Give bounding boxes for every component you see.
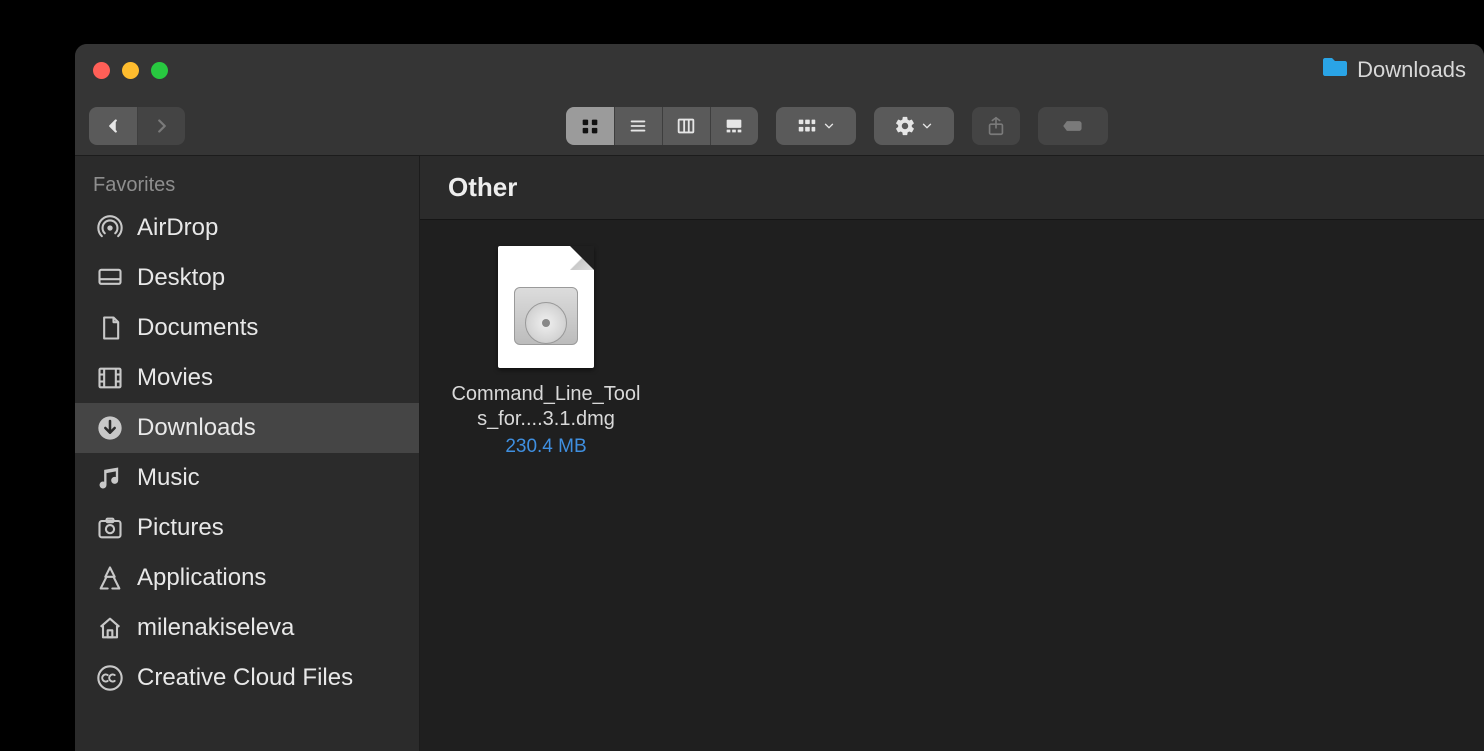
share-button[interactable] [972, 107, 1020, 145]
close-button[interactable] [93, 62, 110, 79]
action-menu-group [874, 107, 954, 145]
window-body: Favorites AirDrop Desktop Documents Movies D… [75, 156, 1484, 751]
sidebar-item-movies[interactable]: Movies [75, 353, 419, 403]
gallery-view-button[interactable] [710, 107, 758, 145]
view-mode-group [566, 107, 758, 145]
file-grid: Command_Line_Tools_for....3.1.dmg 230.4 M… [420, 220, 1484, 751]
titlebar: Downloads [75, 44, 1484, 96]
sidebar-item-label: Movies [137, 364, 213, 392]
folder-icon [1321, 56, 1349, 84]
cc-icon [95, 663, 125, 693]
airdrop-icon [95, 213, 125, 243]
sidebar-item-downloads[interactable]: Downloads [75, 403, 419, 453]
home-icon [95, 613, 125, 643]
sidebar-item-label: Desktop [137, 264, 225, 292]
pictures-icon [95, 513, 125, 543]
sidebar-item-label: Applications [137, 564, 266, 592]
share-group [972, 107, 1020, 145]
group-by-button[interactable] [776, 107, 856, 145]
window-title-text: Downloads [1357, 57, 1466, 83]
sidebar: Favorites AirDrop Desktop Documents Movies D… [75, 156, 420, 751]
nav-buttons [89, 107, 185, 145]
sidebar-item-label: Documents [137, 314, 258, 342]
column-view-button[interactable] [662, 107, 710, 145]
window-title: Downloads [1321, 56, 1466, 84]
sidebar-item-airdrop[interactable]: AirDrop [75, 203, 419, 253]
action-menu-button[interactable] [874, 107, 954, 145]
section-header: Other [420, 156, 1484, 220]
finder-window: Downloads [75, 44, 1484, 751]
file-size: 230.4 MB [505, 436, 586, 458]
sidebar-item-home[interactable]: milenakiseleva [75, 603, 419, 653]
back-button[interactable] [89, 107, 137, 145]
document-icon [95, 313, 125, 343]
icon-view-button[interactable] [566, 107, 614, 145]
sidebar-item-music[interactable]: Music [75, 453, 419, 503]
list-view-button[interactable] [614, 107, 662, 145]
dmg-file-icon [498, 246, 594, 368]
sidebar-item-label: Music [137, 464, 200, 492]
zoom-button[interactable] [151, 62, 168, 79]
download-icon [95, 413, 125, 443]
forward-button[interactable] [137, 107, 185, 145]
apps-icon [95, 563, 125, 593]
disk-icon [514, 287, 578, 345]
music-icon [95, 463, 125, 493]
minimize-button[interactable] [122, 62, 139, 79]
file-name: Command_Line_Tools_for....3.1.dmg [446, 382, 646, 432]
sidebar-item-label: Pictures [137, 514, 224, 542]
sidebar-item-label: AirDrop [137, 214, 218, 242]
movies-icon [95, 363, 125, 393]
sidebar-heading: Favorites [75, 174, 419, 203]
sidebar-item-label: Creative Cloud Files [137, 664, 353, 692]
tags-group [1038, 107, 1108, 145]
sidebar-item-pictures[interactable]: Pictures [75, 503, 419, 553]
sidebar-item-documents[interactable]: Documents [75, 303, 419, 353]
content-area: Other Command_Line_Tools_for....3.1.dmg 2… [420, 156, 1484, 751]
file-item[interactable]: Command_Line_Tools_for....3.1.dmg 230.4 M… [446, 246, 646, 458]
traffic-lights [93, 62, 168, 79]
group-by-group [776, 107, 856, 145]
sidebar-item-label: Downloads [137, 414, 256, 442]
desktop-icon [95, 263, 125, 293]
sidebar-item-label: milenakiseleva [137, 614, 294, 642]
toolbar [75, 96, 1484, 156]
sidebar-item-desktop[interactable]: Desktop [75, 253, 419, 303]
sidebar-item-ccloud[interactable]: Creative Cloud Files [75, 653, 419, 703]
edit-tags-button[interactable] [1038, 107, 1108, 145]
sidebar-item-applications[interactable]: Applications [75, 553, 419, 603]
